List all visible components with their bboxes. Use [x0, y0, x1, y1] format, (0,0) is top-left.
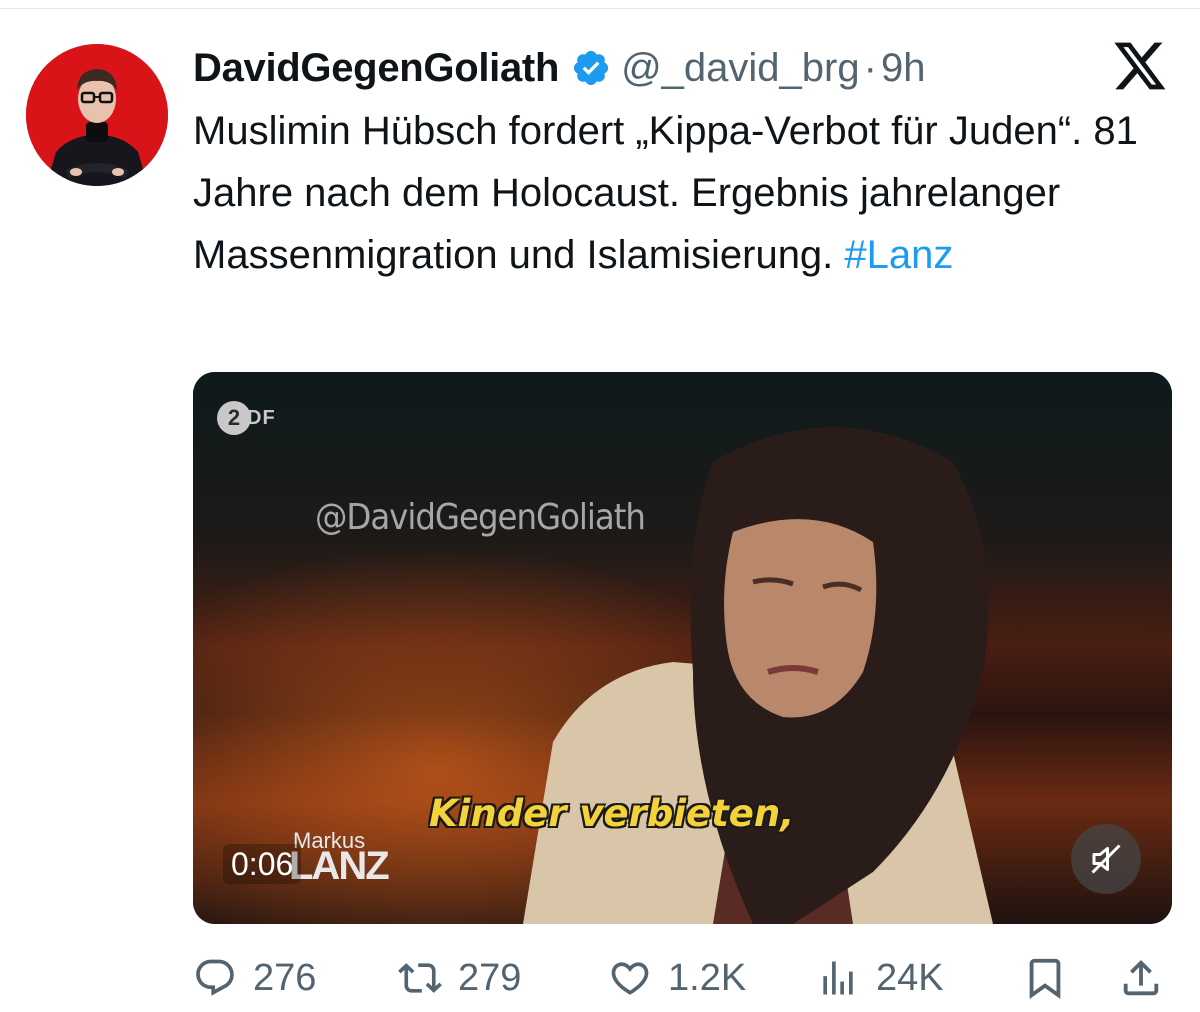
- top-divider: [0, 8, 1200, 9]
- share-icon: [1123, 959, 1159, 996]
- views-count: 24K: [876, 956, 944, 999]
- muted-speaker-icon: [1091, 844, 1121, 874]
- x-logo-icon: [1114, 42, 1166, 90]
- like-button[interactable]: 1.2K: [608, 948, 746, 1008]
- video-player[interactable]: 2 DF @DavidGegenGoliath Kinder verbieten…: [193, 372, 1172, 924]
- repost-button[interactable]: 279: [398, 948, 521, 1008]
- video-watermark: @DavidGegenGoliath: [315, 497, 646, 538]
- repost-count: 279: [458, 956, 522, 999]
- action-bar: 276 279 1.2K 24K: [0, 948, 1200, 1008]
- reply-button[interactable]: 276: [193, 948, 316, 1008]
- views-icon: [823, 961, 853, 995]
- user-handle[interactable]: @_david_brg: [621, 46, 860, 91]
- hashtag-link[interactable]: #Lanz: [844, 233, 953, 277]
- show-logo-bottom: LANZ: [289, 844, 390, 888]
- bookmark-button[interactable]: [1022, 948, 1068, 1008]
- channel-logo-mark: 2: [217, 401, 251, 435]
- like-count: 1.2K: [668, 956, 747, 999]
- reply-icon: [196, 959, 234, 996]
- separator-dot: ·: [863, 45, 877, 90]
- repost-icon: [398, 963, 442, 993]
- tweet-text: Muslimin Hübsch fordert „Kippa-Verbot fü…: [193, 100, 1173, 286]
- bookmark-icon: [1029, 958, 1061, 999]
- tweet-header: DavidGegenGoliath @_david_brg · 9h: [193, 40, 925, 96]
- tweet-body: Muslimin Hübsch fordert „Kippa-Verbot fü…: [193, 109, 1138, 277]
- video-subtitle: Kinder verbieten,: [429, 792, 795, 835]
- share-button[interactable]: [1118, 948, 1164, 1008]
- channel-logo-text: DF: [247, 406, 276, 429]
- heart-icon: [611, 962, 649, 995]
- reply-count: 276: [253, 956, 317, 999]
- post-time[interactable]: 9h: [881, 46, 926, 91]
- display-name[interactable]: DavidGegenGoliath: [193, 46, 559, 91]
- avatar[interactable]: [26, 44, 168, 186]
- views-button[interactable]: 24K: [816, 948, 944, 1008]
- channel-logo: 2 DF: [217, 400, 276, 436]
- verified-badge-icon: [573, 50, 609, 86]
- mute-button[interactable]: [1071, 824, 1141, 894]
- video-timestamp: 0:06: [223, 844, 302, 884]
